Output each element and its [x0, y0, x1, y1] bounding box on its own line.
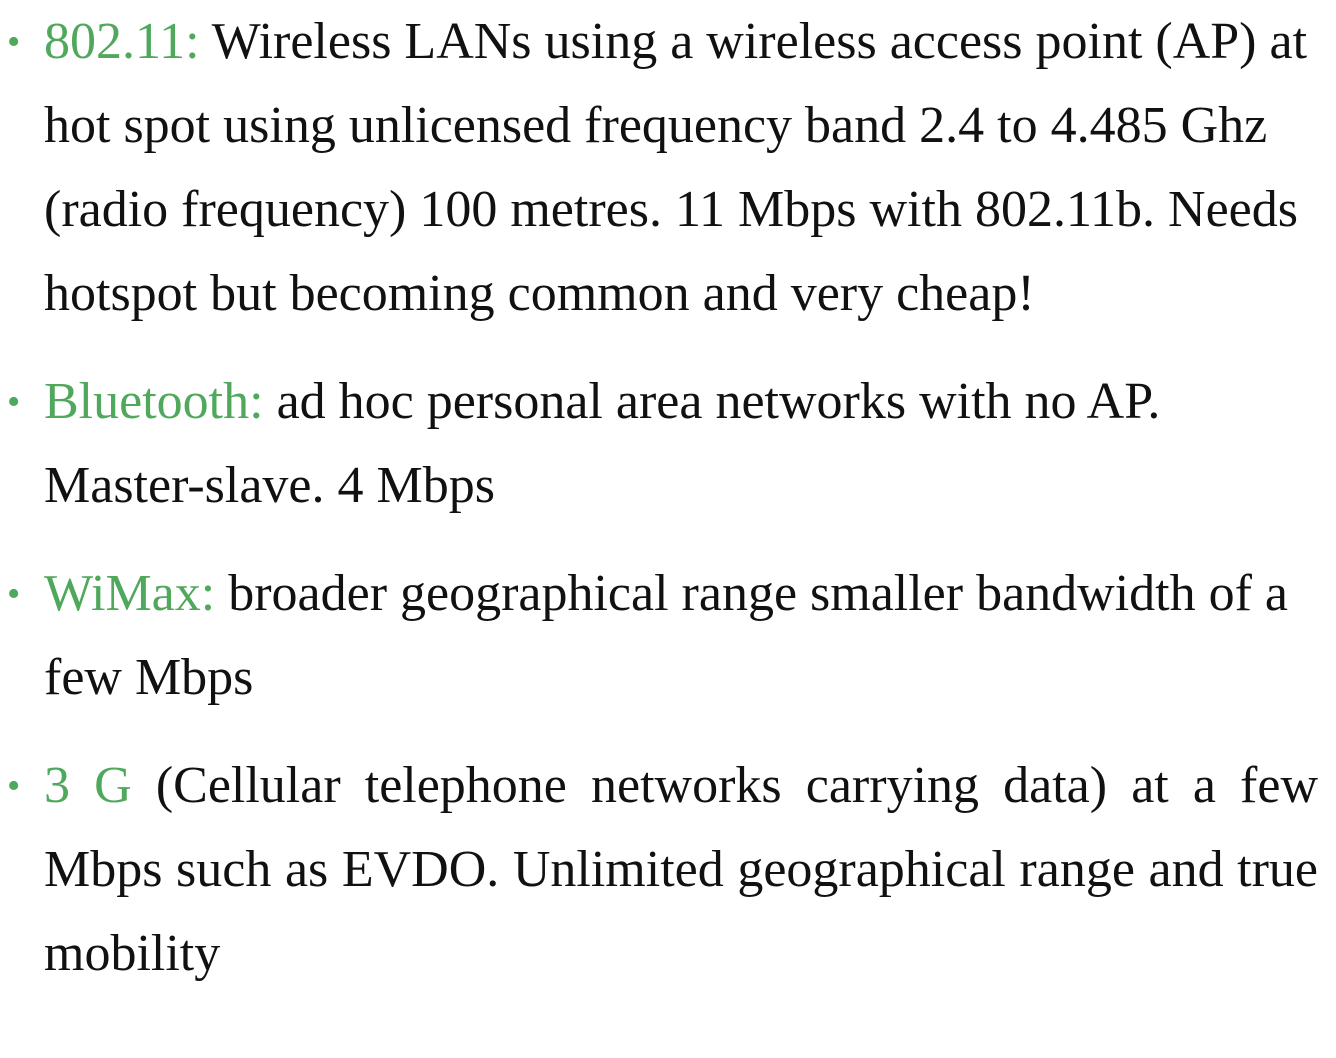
bullet-term: 3 G — [44, 757, 132, 814]
bullet-term: 802.11: — [44, 13, 200, 70]
bullet-dot-icon: • — [7, 765, 21, 807]
bullet-text: (Cellular telephone networks carrying da… — [44, 757, 1318, 982]
bullet-item-802-11: • 802.11: Wireless LANs using a wireless… — [0, 0, 1336, 336]
bullet-text: Wireless LANs using a wireless access po… — [44, 13, 1308, 322]
bullet-item-3g: • 3 G (Cellular telephone networks carry… — [0, 744, 1336, 996]
bullet-list: • 802.11: Wireless LANs using a wireless… — [0, 0, 1336, 996]
bullet-item-bluetooth: • Bluetooth: ad hoc personal area networ… — [0, 360, 1336, 528]
bullet-dot-icon: • — [7, 21, 21, 63]
bullet-text: broader geographical range smaller bandw… — [44, 565, 1288, 706]
bullet-term: Bluetooth: — [44, 373, 264, 430]
bullet-item-wimax: • WiMax: broader geographical range smal… — [0, 552, 1336, 720]
bullet-dot-icon: • — [7, 573, 21, 615]
bullet-dot-icon: • — [7, 381, 21, 423]
bullet-term: WiMax: — [44, 565, 216, 622]
